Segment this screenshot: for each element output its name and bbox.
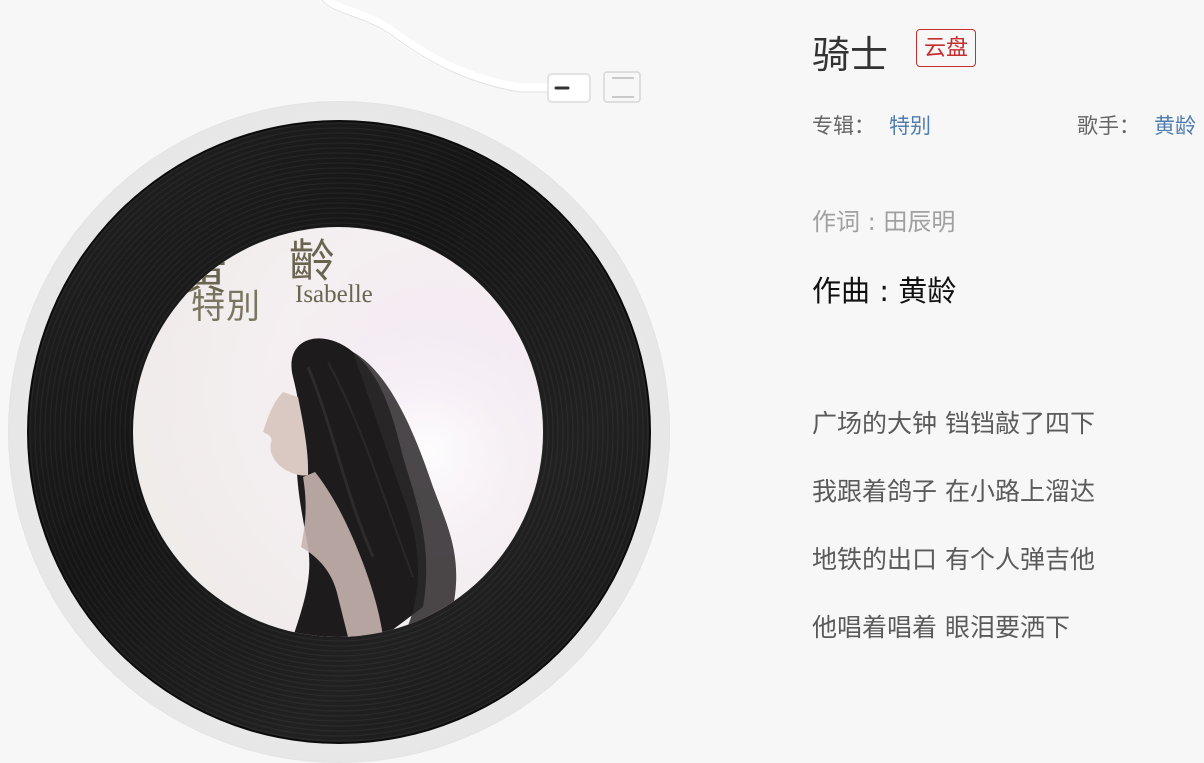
album-link[interactable]: 特别 <box>889 114 931 138</box>
song-title: 骑士 <box>812 33 889 77</box>
lyric-line: 地铁的出口 有个人弹吉他 <box>812 545 1095 574</box>
lyrics-list[interactable]: 广场的大钟 铛铛敲了四下 我跟着鸽子 在小路上溜达 地铁的出口 有个人弹吉他 他… <box>812 404 1095 676</box>
cover-brand-text: Isabelle <box>295 281 373 308</box>
album-label: 专辑： <box>812 114 875 138</box>
artist-meta: 歌手： 黄龄 <box>1077 110 1196 140</box>
composer-credit: 作曲 : 黄龄 <box>812 274 957 308</box>
lyric-line: 广场的大钟 铛铛敲了四下 <box>812 409 1095 438</box>
album-cover: 齡 黄 特別 Isabelle <box>133 227 543 637</box>
cloud-badge: 云盘 <box>916 29 977 67</box>
lyric-line: 我跟着鸽子 在小路上溜达 <box>812 477 1095 506</box>
artist-link[interactable]: 黄龄 <box>1154 114 1196 138</box>
album-meta: 专辑： 特别 <box>812 110 931 140</box>
lyric-line: 他唱着唱着 眼泪要洒下 <box>812 613 1070 642</box>
turntable: 齡 黄 特別 Isabelle <box>0 0 780 763</box>
tonearm[interactable] <box>300 0 660 110</box>
cover-album-text: 特別 <box>191 287 261 327</box>
lyricist-credit: 作词 : 田辰明 <box>812 208 956 236</box>
artist-label: 歌手： <box>1077 114 1140 138</box>
